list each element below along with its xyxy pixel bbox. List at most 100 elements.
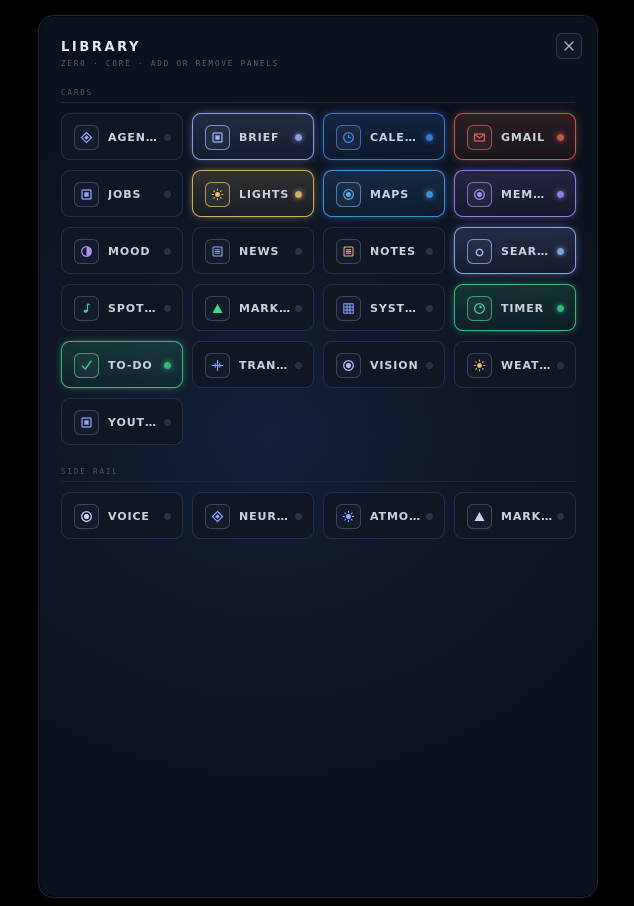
tile-label: NOTES: [370, 245, 416, 258]
tile-label: ATMOSPHERE: [370, 510, 422, 523]
status-dot: [164, 191, 171, 198]
panel-tile-spotify[interactable]: SPOTIFY: [61, 284, 183, 331]
section-label-cards: CARDS: [61, 88, 94, 97]
tile-icon-box: [336, 353, 361, 378]
status-dot: [295, 305, 302, 312]
half-circle-icon: [81, 246, 92, 257]
grid-icon: [343, 303, 354, 314]
tile-label: YOUTUBE: [108, 416, 160, 429]
tile-icon-box: [205, 239, 230, 264]
panel-tile-markets[interactable]: MARKETS: [454, 492, 576, 539]
square-icon: [212, 132, 223, 143]
panel-tile-transit[interactable]: TRANSIT: [192, 341, 314, 388]
diamond-icon: [80, 131, 93, 144]
mail-icon: [473, 133, 486, 142]
tile-label: MARKETS: [239, 302, 291, 315]
status-dot: [426, 248, 433, 255]
tile-label: MAPS: [370, 188, 410, 201]
tile-label: CALENDAR: [370, 131, 422, 144]
tile-label: VOICE: [108, 510, 150, 523]
side-rail-grid: VOICE NEURAL ATMOSPHERE MARKETS: [61, 492, 576, 539]
tile-label: WEATHER: [501, 359, 553, 372]
status-dot: [426, 134, 433, 141]
circle-dot-icon: [343, 360, 354, 371]
panel-tile-voice[interactable]: VOICE: [61, 492, 183, 539]
panel-tile-atmosphere[interactable]: ATMOSPHERE: [323, 492, 445, 539]
tile-label: MOOD: [108, 245, 151, 258]
ring-icon: [475, 248, 484, 257]
tile-icon-box: [74, 239, 99, 264]
tile-label: BRIEF: [239, 131, 280, 144]
close-icon: [564, 41, 574, 51]
tile-icon-box: [205, 182, 230, 207]
music-note-icon: [83, 303, 91, 313]
divider: [61, 102, 575, 103]
triangle-icon: [212, 304, 223, 313]
panel-tile-neural[interactable]: NEURAL: [192, 492, 314, 539]
panel-tile-lights[interactable]: LIGHTS: [192, 170, 314, 217]
diamond-icon: [211, 510, 224, 523]
tile-icon-box: [74, 125, 99, 150]
tile-label: LIGHTS: [239, 188, 290, 201]
page-title: LIBRARY: [61, 40, 142, 55]
tile-icon-box: [467, 296, 492, 321]
tile-label: GMAIL: [501, 131, 546, 144]
panel-tile-news[interactable]: NEWS: [192, 227, 314, 274]
panel-tile-jobs[interactable]: JOBS: [61, 170, 183, 217]
status-dot: [557, 513, 564, 520]
panel-tile-to-do[interactable]: TO-DO: [61, 341, 183, 388]
check-icon: [81, 360, 92, 370]
panel-tile-gmail[interactable]: GMAIL: [454, 113, 576, 160]
panel-tile-timer[interactable]: TIMER: [454, 284, 576, 331]
tile-label: JOBS: [108, 188, 142, 201]
close-button[interactable]: [556, 33, 582, 59]
tile-label: SEARCH: [501, 245, 553, 258]
tile-label: TIMER: [501, 302, 545, 315]
tile-icon-box: [336, 125, 361, 150]
panel-tile-search[interactable]: SEARCH: [454, 227, 576, 274]
circle-dot-icon: [474, 189, 485, 200]
tile-icon-box: [467, 504, 492, 529]
panel-tile-system[interactable]: SYSTEM: [323, 284, 445, 331]
panel-tile-mood[interactable]: MOOD: [61, 227, 183, 274]
tile-icon-box: [205, 125, 230, 150]
status-dot: [557, 134, 564, 141]
tile-icon-box: [336, 504, 361, 529]
divider: [61, 481, 575, 482]
tile-icon-box: [336, 296, 361, 321]
status-dot: [295, 513, 302, 520]
square-icon: [81, 417, 92, 428]
status-dot: [426, 513, 433, 520]
panel-tile-youtube[interactable]: YOUTUBE: [61, 398, 183, 445]
panel-tile-memory[interactable]: MEMORY: [454, 170, 576, 217]
panel-tile-brief[interactable]: BRIEF: [192, 113, 314, 160]
panel-tile-weather[interactable]: WEATHER: [454, 341, 576, 388]
tile-label: SPOTIFY: [108, 302, 160, 315]
status-dot: [295, 248, 302, 255]
panel-tile-notes[interactable]: NOTES: [323, 227, 445, 274]
status-dot: [426, 305, 433, 312]
panel-tile-markets[interactable]: MARKETS: [192, 284, 314, 331]
page-subtitle: ZERO · CORE · ADD OR REMOVE PANELS: [61, 59, 280, 68]
tile-icon-box: [205, 353, 230, 378]
status-dot: [557, 362, 564, 369]
panel-tile-agents[interactable]: AGENTS: [61, 113, 183, 160]
tile-label: AGENTS: [108, 131, 160, 144]
tile-icon-box: [467, 239, 492, 264]
panel-tile-vision[interactable]: VISION: [323, 341, 445, 388]
crosshair-icon: [212, 360, 223, 371]
library-panel: LIBRARY ZERO · CORE · ADD OR REMOVE PANE…: [38, 15, 598, 898]
tile-label: MEMORY: [501, 188, 553, 201]
starburst-icon: [343, 511, 354, 522]
status-dot: [295, 191, 302, 198]
status-dot: [164, 419, 171, 426]
cards-grid: AGENTS BRIEF CALENDAR GMAIL JOBS LIGHTS MAPS ME…: [61, 113, 576, 445]
status-dot: [557, 248, 564, 255]
panel-tile-calendar[interactable]: CALENDAR: [323, 113, 445, 160]
list-icon: [212, 246, 223, 257]
panel-tile-maps[interactable]: MAPS: [323, 170, 445, 217]
clock-icon: [343, 132, 354, 143]
tile-icon-box: [74, 410, 99, 435]
tile-label: SYSTEM: [370, 302, 422, 315]
circle-dot-icon: [81, 511, 92, 522]
